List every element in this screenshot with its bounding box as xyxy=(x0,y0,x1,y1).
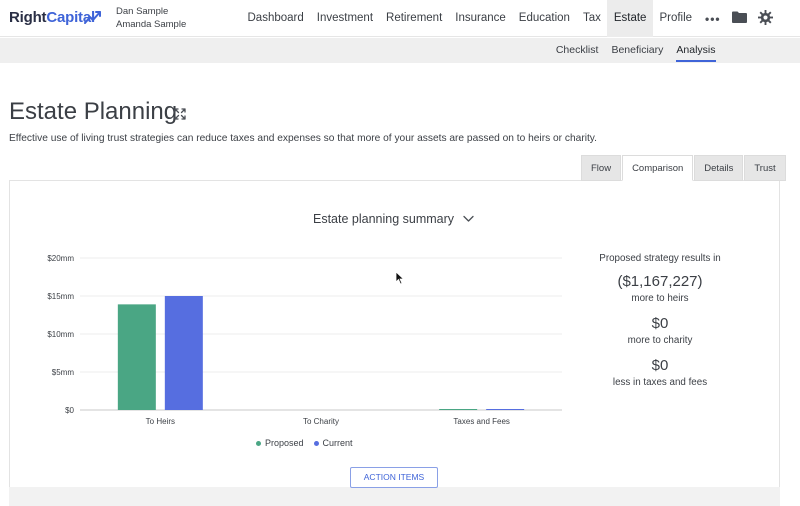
tab-flow[interactable]: Flow xyxy=(581,155,622,181)
legend-item-proposed[interactable]: Proposed xyxy=(256,438,304,448)
subnav: Checklist Beneficiary Analysis xyxy=(549,38,722,63)
bar-current xyxy=(164,296,203,410)
y-tick-label: $5mm xyxy=(52,368,75,377)
view-tabs: Flow Comparison Details Trust xyxy=(580,155,786,181)
nav-item-profile[interactable]: Profile xyxy=(653,0,699,37)
tab-details[interactable]: Details xyxy=(694,155,744,181)
legend-dot-proposed xyxy=(256,440,261,446)
y-tick-label: $10mm xyxy=(47,330,74,339)
result-taxes-value: $0 xyxy=(651,357,669,374)
results-summary: Proposed strategy results in ($1,167,227… xyxy=(585,253,735,399)
legend-label-current: Current xyxy=(322,438,353,448)
panel-footer-strip xyxy=(9,487,780,506)
y-tick-label: $0 xyxy=(65,406,74,415)
subnav-item-beneficiary[interactable]: Beneficiary xyxy=(605,38,670,63)
chevron-down-icon[interactable] xyxy=(463,214,474,224)
results-heading: Proposed strategy results in xyxy=(599,253,721,264)
brand-logo[interactable]: RightCapital xyxy=(9,9,95,26)
nav-item-tax[interactable]: Tax xyxy=(576,0,607,37)
summary-dropdown[interactable]: Estate planning summary xyxy=(313,212,454,226)
nav-item-education[interactable]: Education xyxy=(512,0,576,37)
secondary-client-name: Amanda Sample xyxy=(116,19,187,30)
bar-current xyxy=(486,409,525,410)
nav-item-insurance[interactable]: Insurance xyxy=(449,0,513,37)
main-nav: Dashboard Investment Retirement Insuranc… xyxy=(241,0,699,37)
nav-item-estate[interactable]: Estate xyxy=(607,0,653,37)
x-tick-label: To Heirs xyxy=(146,417,175,426)
more-menu-icon[interactable]: ••• xyxy=(705,12,721,26)
bar-proposed xyxy=(439,409,478,410)
result-heirs-value: ($1,167,227) xyxy=(617,273,703,290)
result-charity-label: more to charity xyxy=(627,335,693,346)
expand-icon[interactable] xyxy=(174,108,186,120)
result-taxes-label: less in taxes and fees xyxy=(612,377,708,388)
legend-dot-current xyxy=(313,440,319,446)
y-tick-label: $20mm xyxy=(47,254,74,263)
nav-item-retirement[interactable]: Retirement xyxy=(380,0,449,37)
legend-label-proposed: Proposed xyxy=(265,438,304,448)
x-tick-label: To Charity xyxy=(303,417,339,426)
nav-item-dashboard[interactable]: Dashboard xyxy=(241,0,310,37)
mouse-cursor-icon xyxy=(395,271,404,285)
logo-mark-icon xyxy=(84,11,101,24)
page-title: Estate Planning xyxy=(9,98,178,125)
x-tick-label: Taxes and Fees xyxy=(453,417,509,426)
y-tick-label: $15mm xyxy=(47,292,74,301)
page-description: Effective use of living trust strategies… xyxy=(9,133,597,144)
legend-item-current[interactable]: Current xyxy=(313,438,353,448)
tab-comparison[interactable]: Comparison xyxy=(622,155,694,181)
subnav-item-checklist[interactable]: Checklist xyxy=(549,38,605,63)
action-items-button[interactable]: ACTION ITEMS xyxy=(350,467,438,488)
client-names[interactable]: Dan Sample Amanda Sample xyxy=(116,5,186,31)
chart-legend: Proposed Current xyxy=(256,438,353,448)
result-heirs-label: more to heirs xyxy=(631,293,689,304)
estate-summary-chart: $0 $5mm $10mm $15mm $20mm To Heirs To Charity T… xyxy=(47,254,562,426)
brand-name-part-1: Right xyxy=(9,9,47,26)
gear-icon[interactable] xyxy=(758,10,773,25)
sub-navigation-bar: Checklist Beneficiary Analysis xyxy=(0,38,800,63)
tab-trust[interactable]: Trust xyxy=(744,155,786,181)
subnav-item-analysis[interactable]: Analysis xyxy=(670,38,722,63)
top-navigation-bar: RightCapital Dan Sample Amanda Sample Da… xyxy=(0,0,800,37)
nav-item-investment[interactable]: Investment xyxy=(310,0,379,37)
primary-client-name: Dan Sample xyxy=(116,6,169,17)
bar-proposed xyxy=(117,304,156,410)
result-charity-value: $0 xyxy=(651,315,669,332)
folder-icon[interactable] xyxy=(732,11,747,23)
